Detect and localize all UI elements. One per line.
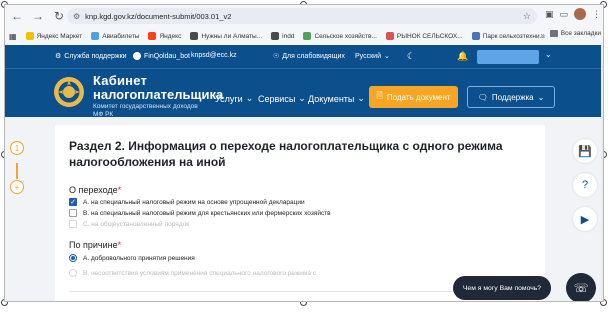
extensions-icon[interactable]: ▣ bbox=[545, 9, 554, 20]
back-arrow-icon[interactable]: ← bbox=[8, 7, 26, 25]
bookmark-favicon bbox=[271, 32, 280, 40]
support-button[interactable]: 🗨 Поддержка ⌄ bbox=[467, 86, 555, 108]
telegram-icon bbox=[133, 52, 141, 60]
bookmark-item[interactable]: РЫНОК СЕЛЬСКОХ... bbox=[385, 32, 463, 40]
chevron-down-icon: ⌄ bbox=[383, 53, 390, 60]
chevron-down-icon: ⌄ bbox=[537, 92, 545, 102]
save-icon[interactable]: 💾 bbox=[573, 139, 597, 163]
forward-arrow-icon[interactable]: → bbox=[29, 7, 47, 25]
transition-option-b[interactable]: В. на специальный налоговый режим для кр… bbox=[69, 209, 331, 217]
step-rail: 1 + bbox=[5, 117, 27, 301]
browser-chrome: ← → ↻ ⚙ knp.kgd.gov.kz/document-submit/0… bbox=[5, 5, 603, 45]
user-name-box[interactable] bbox=[477, 50, 539, 64]
email-link[interactable]: knpsd@ecc.kz bbox=[191, 52, 237, 59]
chat-prompt-bubble[interactable]: Чем я могу Вам помочь? bbox=[453, 276, 551, 300]
notifications-bell-icon[interactable]: 🔔 bbox=[457, 51, 468, 62]
support-service-link[interactable]: ⚙ Служба поддержки bbox=[55, 52, 127, 61]
browser-menu-icon[interactable]: ⋮ bbox=[592, 9, 601, 20]
bookmarks-overflow-icon[interactable]: » bbox=[541, 31, 545, 40]
bookmark-favicon bbox=[471, 32, 480, 40]
bookmark-item[interactable]: Яндекс Маркет bbox=[25, 32, 82, 40]
bookmark-item[interactable]: Парк сельхозтехни... bbox=[471, 32, 545, 40]
bookmark-favicon bbox=[190, 32, 199, 40]
folder-icon bbox=[549, 30, 558, 37]
submit-document-button[interactable]: 🗎 Подать документ bbox=[369, 86, 458, 108]
step-connector bbox=[16, 163, 18, 179]
dark-mode-moon-icon[interactable]: ☾ bbox=[407, 51, 415, 62]
apps-grid-icon[interactable]: ▦ bbox=[9, 32, 17, 41]
transition-option-a[interactable]: ✓ А. на специальный налоговый режим на о… bbox=[69, 198, 305, 206]
transition-question-label: О переходе* bbox=[69, 185, 122, 195]
screenshot-frame: ← → ↻ ⚙ knp.kgd.gov.kz/document-submit/0… bbox=[4, 4, 604, 302]
reason-option-b: В. несоответствия условиям применения сп… bbox=[69, 269, 316, 277]
bookmark-item[interactable]: Авиабилеты bbox=[91, 32, 139, 40]
bookmark-item[interactable]: Нужны ли Алматы... bbox=[190, 32, 262, 40]
address-url: knp.kgd.gov.kz/document-submit/003.01_v2 bbox=[85, 11, 232, 21]
help-question-icon[interactable]: ? bbox=[573, 173, 597, 197]
user-chevron-down-icon[interactable]: ⌄ bbox=[545, 50, 552, 59]
chat-bubble-icon: 🗨 bbox=[477, 92, 488, 102]
radio-disabled bbox=[69, 269, 77, 277]
site-header: ⚙ Служба поддержки FinQoldau_bot knpsd@e… bbox=[5, 45, 603, 118]
chevron-down-icon: ⌄ bbox=[298, 93, 306, 103]
add-step-button[interactable]: + bbox=[10, 180, 24, 194]
telegram-bot-link[interactable]: FinQoldau_bot bbox=[133, 52, 190, 60]
reason-option-a[interactable]: А. добровольного принятия решения bbox=[69, 254, 195, 262]
menu-services[interactable]: Услуги ⌄ bbox=[215, 93, 253, 104]
required-asterisk: * bbox=[117, 240, 122, 250]
bookmark-favicon bbox=[25, 32, 34, 40]
accessibility-link[interactable]: ☉ Для слабовидящих bbox=[273, 52, 345, 61]
profile-avatar[interactable] bbox=[574, 8, 586, 20]
bookmark-item[interactable]: Сельское хозяйств... bbox=[303, 32, 377, 40]
menu-tools[interactable]: Сервисы ⌄ bbox=[258, 93, 306, 104]
bookmark-item[interactable]: Яндекс bbox=[148, 32, 181, 40]
checkbox-checked[interactable]: ✓ bbox=[69, 198, 77, 206]
eye-icon: ☉ bbox=[273, 53, 280, 60]
kgd-emblem-logo bbox=[54, 77, 84, 107]
brand-title-line2: налогоплательщика bbox=[93, 87, 224, 102]
transition-option-c: С. на общеустановленный порядок bbox=[69, 220, 189, 228]
section-title: Раздел 2. Информация о переходе налогопл… bbox=[69, 139, 503, 169]
bookmark-favicon bbox=[303, 32, 312, 40]
page-body: 1 + Раздел 2. Информация о переходе нало… bbox=[5, 117, 603, 301]
chevron-down-icon: ⌄ bbox=[357, 93, 365, 103]
reason-question-label: По причине* bbox=[69, 240, 122, 250]
checkbox-disabled bbox=[69, 220, 77, 228]
brand-title-line1: Кабинет bbox=[93, 73, 148, 88]
header-top-line: ⚙ Служба поддержки FinQoldau_bot knpsd@e… bbox=[5, 45, 603, 69]
bookmark-item[interactable]: indd bbox=[271, 32, 294, 40]
language-select[interactable]: Русский ⌄ bbox=[355, 52, 390, 61]
document-upload-icon: 🗎 bbox=[376, 91, 383, 100]
headset-icon: ☏ bbox=[573, 281, 589, 295]
headset-chat-button[interactable]: ☏ bbox=[566, 273, 596, 301]
browser-toolbar-right: ▣ ▭ ⋮ bbox=[545, 8, 601, 20]
bookmarks-bar: ▦ Яндекс Маркет Авиабилеты Яндекс Нужны … bbox=[5, 28, 603, 44]
bookmark-favicon bbox=[91, 32, 100, 40]
window-icon[interactable]: ▭ bbox=[559, 9, 568, 20]
required-asterisk: * bbox=[117, 185, 122, 195]
radio-selected[interactable] bbox=[69, 254, 77, 262]
step-1-indicator[interactable]: 1 bbox=[10, 141, 24, 155]
play-video-icon[interactable]: ▶ bbox=[573, 207, 597, 231]
bookmark-star-icon[interactable]: ☆ bbox=[523, 11, 531, 22]
bookmark-favicon bbox=[148, 32, 157, 40]
reload-icon[interactable]: ↻ bbox=[50, 7, 68, 25]
bookmark-favicon bbox=[385, 32, 394, 40]
checkbox[interactable] bbox=[69, 209, 77, 217]
menu-documents[interactable]: Документы ⌄ bbox=[308, 93, 365, 104]
page-scrollbar[interactable] bbox=[601, 45, 603, 301]
all-bookmarks-button[interactable]: Все закладки bbox=[549, 30, 601, 37]
chevron-down-icon: ⌄ bbox=[245, 93, 254, 103]
address-bar[interactable]: ⚙ knp.kgd.gov.kz/document-submit/003.01_… bbox=[67, 8, 537, 24]
brand-subtitle-line1: Комитет государственных доходов bbox=[93, 103, 198, 110]
site-settings-icon[interactable]: ⚙ bbox=[73, 12, 80, 21]
support-gear-icon: ⚙ bbox=[55, 53, 62, 60]
